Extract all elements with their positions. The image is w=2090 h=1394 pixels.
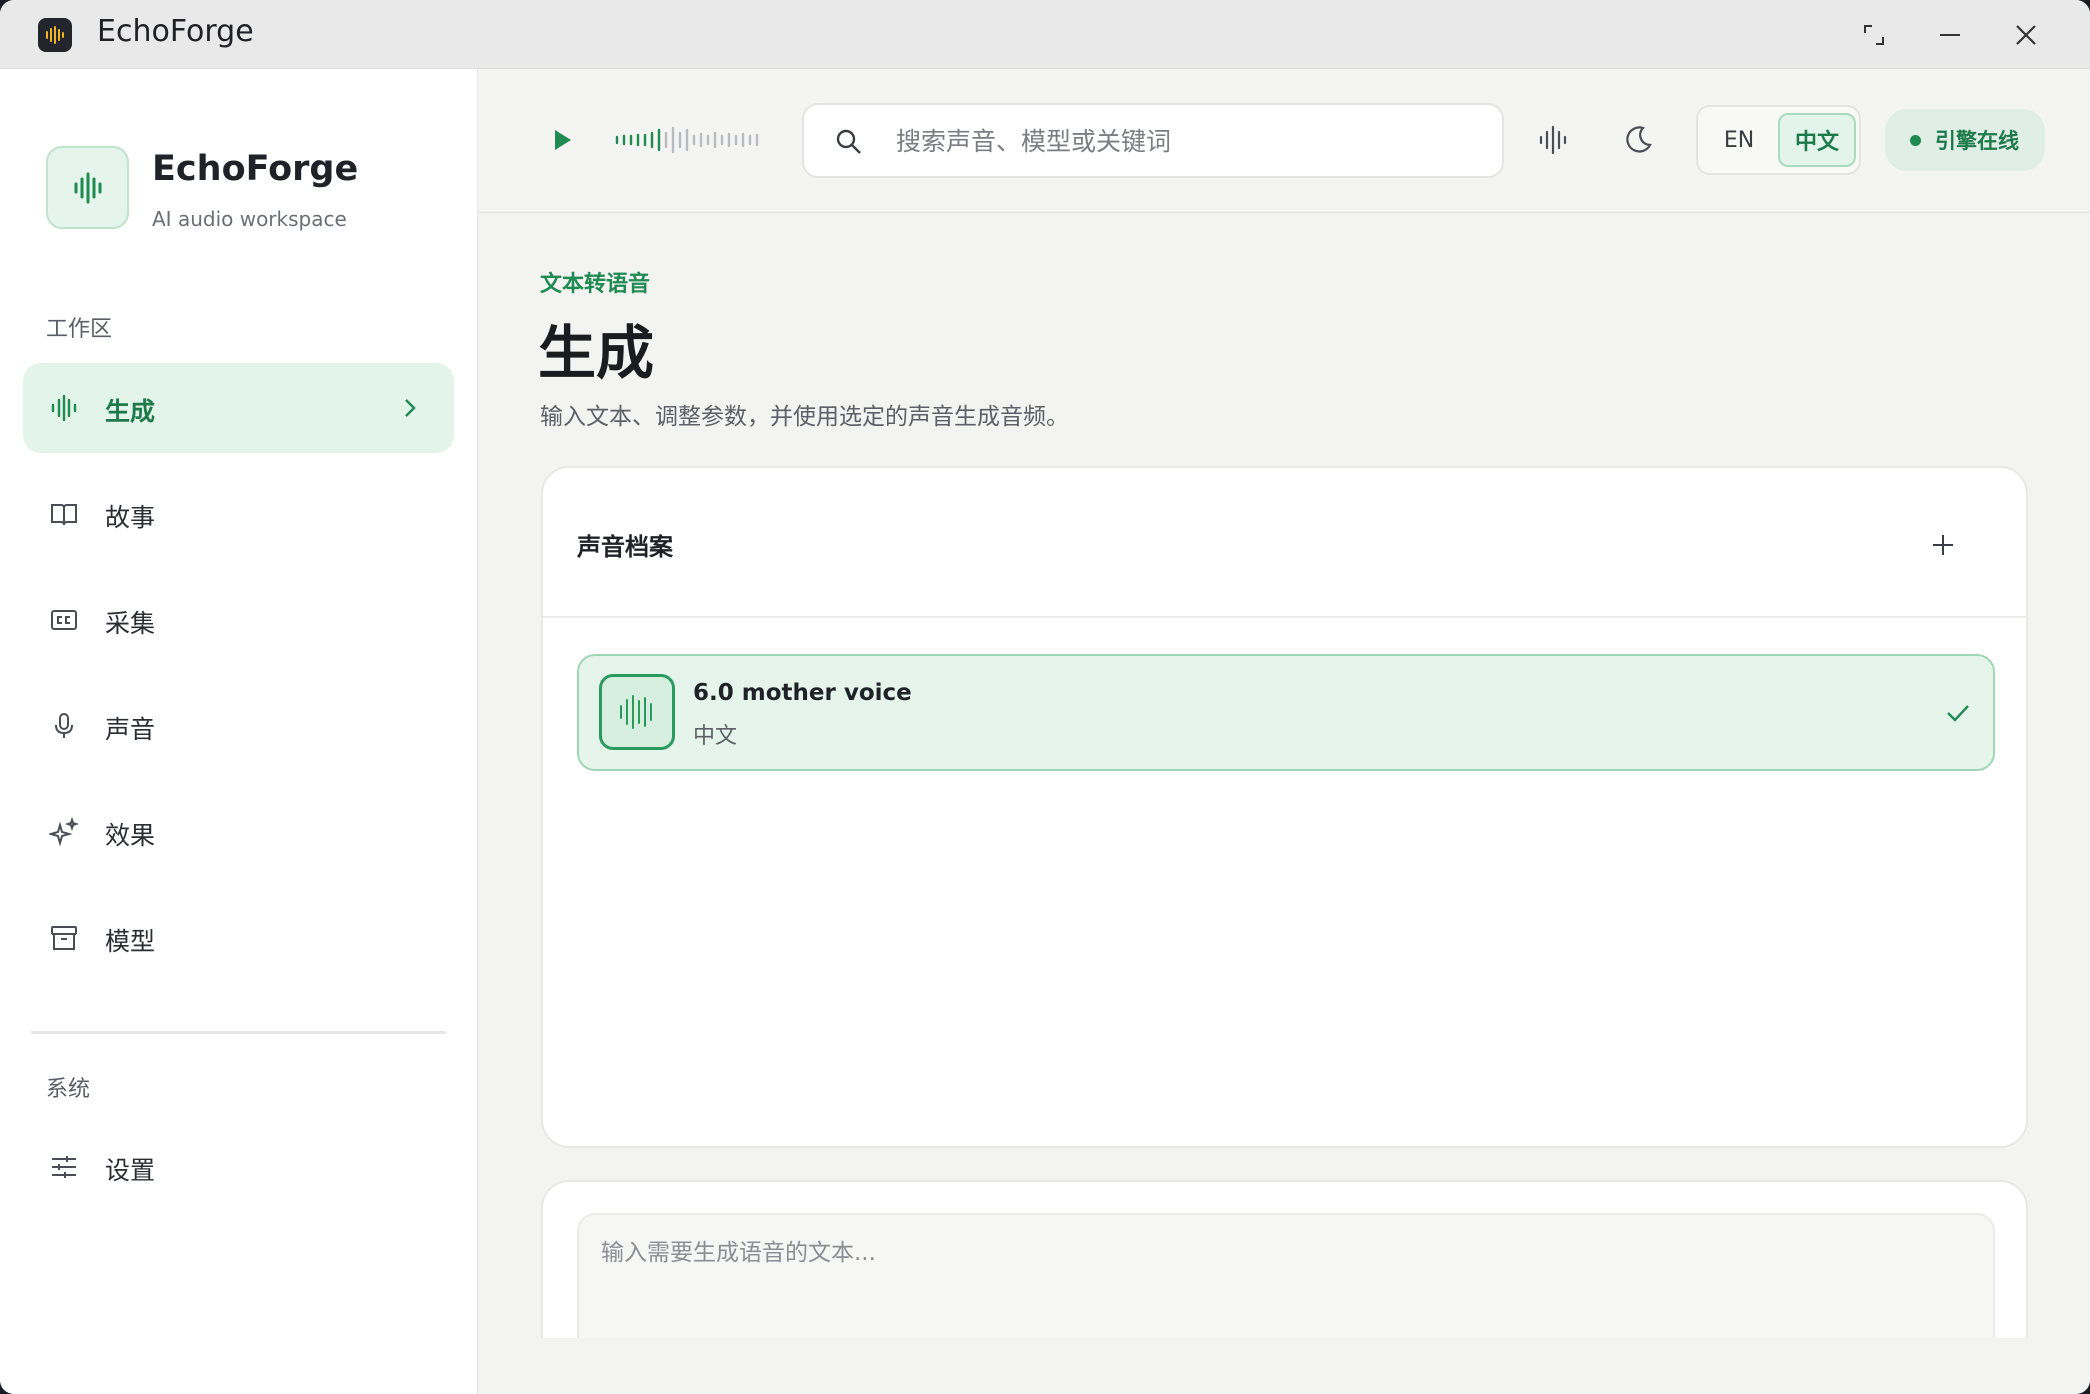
top-bar: EN 中文 引擎在线 bbox=[479, 69, 2090, 213]
restore-icon[interactable] bbox=[1856, 17, 1892, 53]
sidebar-item-label: 生成 bbox=[105, 397, 156, 426]
app-logo-icon bbox=[38, 18, 72, 52]
moon-icon[interactable] bbox=[1621, 123, 1655, 157]
play-icon[interactable] bbox=[547, 125, 577, 155]
voice-waveform-icon bbox=[599, 674, 675, 750]
voice-language: 中文 bbox=[693, 724, 738, 749]
page-title: 生成 bbox=[538, 319, 655, 387]
search-icon bbox=[834, 127, 864, 157]
waveform-preview-icon bbox=[615, 126, 759, 154]
sidebar-item-label: 模型 bbox=[105, 927, 156, 956]
sidebar-item-effects[interactable]: 效果 bbox=[23, 787, 454, 877]
sidebar-item-label: 效果 bbox=[105, 821, 156, 850]
app-window: EchoForge EchoForge AI audio workspace 工… bbox=[0, 0, 2090, 1394]
system-section-label: 系统 bbox=[46, 1077, 91, 1102]
archive-icon bbox=[49, 923, 79, 953]
sliders-icon bbox=[49, 1152, 79, 1182]
language-switcher: EN 中文 bbox=[1696, 105, 1861, 175]
sidebar-item-stories[interactable]: 故事 bbox=[23, 469, 454, 559]
sidebar-item-label: 采集 bbox=[105, 609, 156, 638]
sidebar-item-generate[interactable]: 生成 bbox=[23, 363, 454, 453]
lang-zh-button[interactable]: 中文 bbox=[1778, 113, 1856, 167]
status-text: 引擎在线 bbox=[1935, 129, 2019, 153]
search-box[interactable] bbox=[802, 103, 1504, 178]
book-icon bbox=[49, 499, 79, 529]
minimize-icon[interactable] bbox=[1932, 17, 1968, 53]
window-title: EchoForge bbox=[97, 14, 254, 49]
card-title: 声音档案 bbox=[577, 533, 673, 561]
sidebar-item-settings[interactable]: 设置 bbox=[23, 1122, 454, 1212]
card-header: 声音档案 bbox=[543, 468, 2026, 618]
sidebar-item-models[interactable]: 模型 bbox=[23, 893, 454, 983]
sidebar-item-voices[interactable]: 声音 bbox=[23, 681, 454, 771]
sidebar-item-label: 声音 bbox=[105, 715, 156, 744]
section-eyebrow: 文本转语音 bbox=[540, 272, 651, 297]
content-bottom-edge bbox=[479, 1338, 2090, 1394]
voice-name: 6.0 mother voice bbox=[693, 680, 912, 706]
title-bar: EchoForge bbox=[0, 0, 2090, 69]
page-description: 输入文本、调整参数，并使用选定的声音生成音频。 bbox=[540, 404, 1069, 430]
sidebar: EchoForge AI audio workspace 工作区 生成 故事 采… bbox=[0, 69, 478, 1394]
sidebar-divider bbox=[31, 1031, 446, 1034]
waveform-icon bbox=[49, 393, 79, 423]
close-icon[interactable] bbox=[2008, 17, 2044, 53]
audio-waveform-icon[interactable] bbox=[1536, 123, 1570, 157]
check-icon bbox=[1943, 698, 1973, 728]
lang-en-button[interactable]: EN bbox=[1704, 113, 1774, 167]
caption-icon bbox=[49, 605, 79, 635]
search-input[interactable] bbox=[896, 119, 1476, 163]
workspace-section-label: 工作区 bbox=[46, 317, 113, 342]
plus-icon[interactable] bbox=[1928, 530, 1958, 560]
voice-profile-item[interactable]: 6.0 mother voice 中文 bbox=[577, 654, 1995, 771]
status-dot bbox=[1910, 135, 1921, 146]
sidebar-item-label: 故事 bbox=[105, 503, 156, 532]
brand-name: EchoForge bbox=[152, 149, 359, 189]
chevron-right-icon bbox=[396, 394, 424, 422]
brand-waveform-icon bbox=[46, 146, 129, 229]
engine-status-badge: 引擎在线 bbox=[1885, 109, 2045, 171]
sparkles-icon bbox=[49, 817, 79, 847]
microphone-icon bbox=[49, 711, 79, 741]
voice-profiles-card: 声音档案 6.0 mother voice 中文 bbox=[541, 466, 2028, 1148]
sidebar-item-capture[interactable]: 采集 bbox=[23, 575, 454, 665]
sidebar-item-label: 设置 bbox=[105, 1156, 156, 1185]
brand-subtitle: AI audio workspace bbox=[152, 207, 347, 231]
